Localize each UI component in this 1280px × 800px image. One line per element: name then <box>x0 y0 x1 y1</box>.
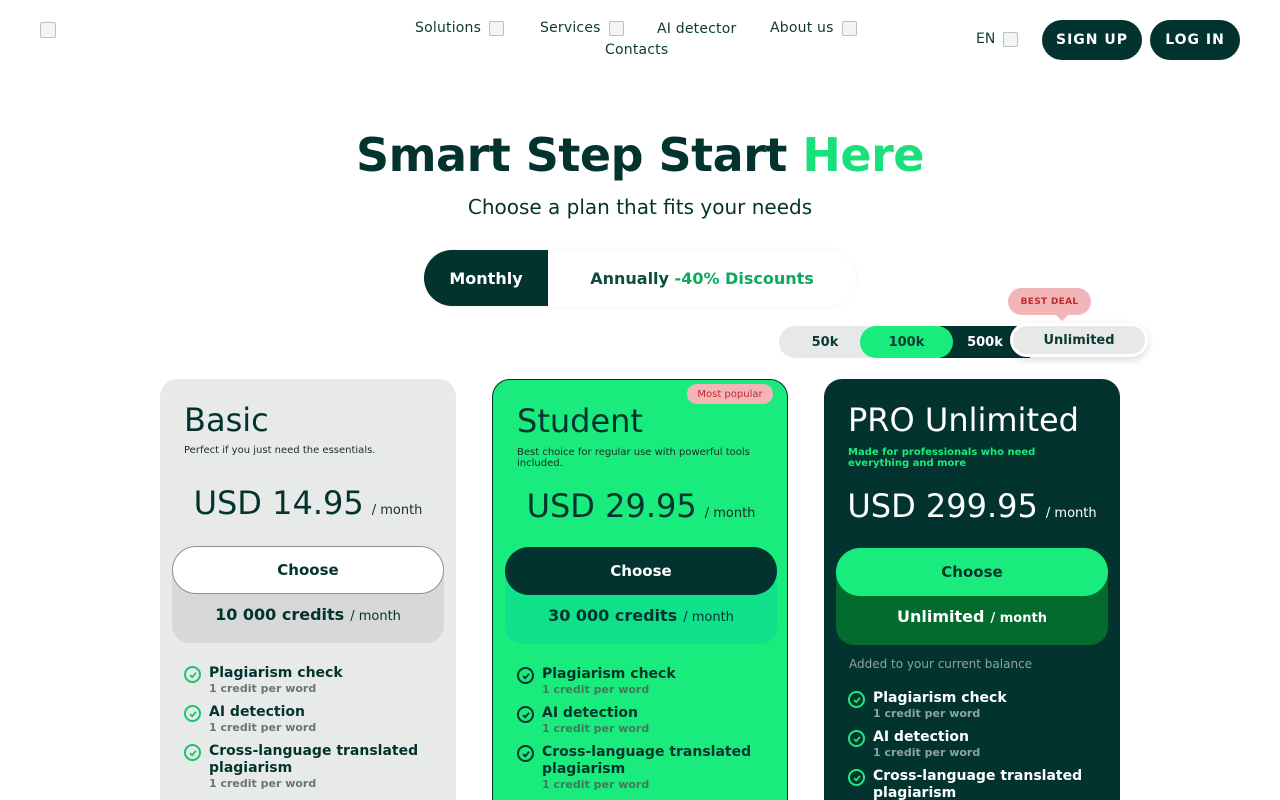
feature-title: Cross-language translated plagiarism <box>209 743 419 776</box>
billing-annual-option[interactable]: Annually -40% Discounts <box>548 250 856 306</box>
nav-contacts[interactable]: Contacts <box>605 42 668 58</box>
nav-about-label: About us <box>770 20 834 36</box>
billing-monthly-option[interactable]: Monthly <box>424 250 548 306</box>
nav-services-label: Services <box>540 20 601 36</box>
feature-item: Cross-language translated plagiarism 1 cr… <box>184 743 444 790</box>
feature-subtitle: 1 credit per word <box>542 683 650 696</box>
tier-option-100k[interactable]: 100k <box>860 326 953 358</box>
plan-description: Made for professionals who need everythi… <box>848 447 1036 469</box>
credits-amount: Unlimited <box>897 607 985 626</box>
feature-item: AI detection 1 credit per word <box>517 705 777 735</box>
nav-services[interactable]: Services <box>540 20 624 36</box>
feature-title: Plagiarism check <box>542 666 676 682</box>
feature-title: Plagiarism check <box>873 690 1007 706</box>
page-title: Smart Step Start Here <box>0 128 1280 182</box>
feature-item: Plagiarism check 1 credit per word <box>848 690 1108 720</box>
check-circle-icon <box>184 666 201 683</box>
feature-item: AI detection 1 credit per word <box>184 704 444 734</box>
nav-ai-detector[interactable]: AI detector <box>657 21 736 37</box>
credits-period: / month <box>350 609 401 624</box>
chevron-down-icon <box>489 20 505 36</box>
feature-item: Cross-language translated plagiarism <box>848 768 1108 800</box>
feature-item: Plagiarism check 1 credit per word <box>184 665 444 695</box>
logo-image[interactable] <box>40 22 56 38</box>
check-circle-icon <box>848 730 865 747</box>
price-amount: USD 299.95 <box>847 487 1038 525</box>
plan-price: USD 299.95 / month <box>824 487 1120 525</box>
check-circle-icon <box>517 706 534 723</box>
price-period: / month <box>704 506 756 521</box>
nav-solutions[interactable]: Solutions <box>415 20 505 36</box>
feature-title: Cross-language translated plagiarism <box>873 768 1083 800</box>
page-title-main: Smart Step Start <box>356 128 803 182</box>
feature-item: Cross-language translated plagiarism 1 cr… <box>517 744 777 791</box>
plan-price: USD 14.95 / month <box>160 484 456 522</box>
feature-item: AI detection 1 credit per word <box>848 729 1108 759</box>
plan-name: Basic <box>184 401 269 439</box>
plan-card-pro-unlimited: PRO Unlimited Made for professionals who… <box>824 379 1120 800</box>
price-period: / month <box>371 503 423 518</box>
chevron-down-icon <box>841 20 857 36</box>
feature-subtitle: 1 credit per word <box>209 777 317 790</box>
feature-title: Cross-language translated plagiarism <box>542 744 752 777</box>
check-circle-icon <box>517 667 534 684</box>
check-circle-icon <box>517 745 534 762</box>
plan-name: Student <box>517 402 643 440</box>
feature-subtitle: 1 credit per word <box>542 778 650 791</box>
plan-description: Perfect if you just need the essentials. <box>184 445 376 456</box>
most-popular-badge: Most popular <box>687 384 773 404</box>
feature-title: AI detection <box>209 704 305 720</box>
feature-title: AI detection <box>873 729 969 745</box>
credits-amount: 30 000 credits <box>548 606 678 625</box>
nav-ai-detector-label: AI detector <box>657 21 737 37</box>
tier-option-50k[interactable]: 50k <box>779 326 871 358</box>
feature-title: Plagiarism check <box>209 665 343 681</box>
feature-subtitle: 1 credit per word <box>873 707 981 720</box>
check-circle-icon <box>848 691 865 708</box>
plan-price: USD 29.95 / month <box>493 487 789 525</box>
sign-up-button[interactable]: SIGN UP <box>1042 20 1142 60</box>
credits-amount: 10 000 credits <box>215 605 345 624</box>
plan-card-basic: Basic Perfect if you just need the essen… <box>160 379 456 800</box>
nav-contacts-label: Contacts <box>605 42 669 58</box>
feature-item: Plagiarism check 1 credit per word <box>517 666 777 696</box>
best-deal-badge: BEST DEAL <box>1008 288 1091 321</box>
check-circle-icon <box>184 705 201 722</box>
billing-annual-label: Annually <box>590 268 669 288</box>
credits-period: / month <box>990 611 1047 626</box>
billing-toggle: Monthly Annually -40% Discounts <box>424 250 856 306</box>
choose-button[interactable]: Choose <box>172 546 444 594</box>
chevron-down-icon <box>1003 31 1019 47</box>
check-circle-icon <box>848 769 865 786</box>
plan-description: Best choice for regular use with powerfu… <box>517 447 750 469</box>
chevron-down-icon <box>608 20 624 36</box>
price-amount: USD 14.95 <box>193 484 364 522</box>
nav-about-us[interactable]: About us <box>770 20 857 36</box>
choose-button[interactable]: Choose <box>836 548 1108 596</box>
feature-subtitle: 1 credit per word <box>873 746 981 759</box>
choose-button[interactable]: Choose <box>505 547 777 595</box>
language-selector[interactable]: EN <box>976 31 1019 47</box>
nav-solutions-label: Solutions <box>415 20 482 36</box>
feature-subtitle: 1 credit per word <box>209 721 317 734</box>
price-period: / month <box>1045 506 1097 521</box>
page-subtitle: Choose a plan that fits your needs <box>467 195 813 219</box>
language-label: EN <box>976 31 996 47</box>
plan-name: PRO Unlimited <box>848 401 1079 439</box>
tier-option-unlimited[interactable]: Unlimited <box>1010 323 1148 357</box>
feature-subtitle: 1 credit per word <box>209 682 317 695</box>
balance-note: Added to your current balance <box>849 657 1033 671</box>
credits-period: / month <box>683 610 734 625</box>
log-in-button[interactable]: LOG IN <box>1150 20 1240 60</box>
feature-title: AI detection <box>542 705 638 721</box>
check-circle-icon <box>184 744 201 761</box>
plan-card-student: Most popular Student Best choice for reg… <box>492 379 788 800</box>
price-amount: USD 29.95 <box>526 487 697 525</box>
feature-subtitle: 1 credit per word <box>542 722 650 735</box>
page-title-accent: Here <box>802 128 924 182</box>
billing-annual-discount: -40% Discounts <box>674 268 814 288</box>
